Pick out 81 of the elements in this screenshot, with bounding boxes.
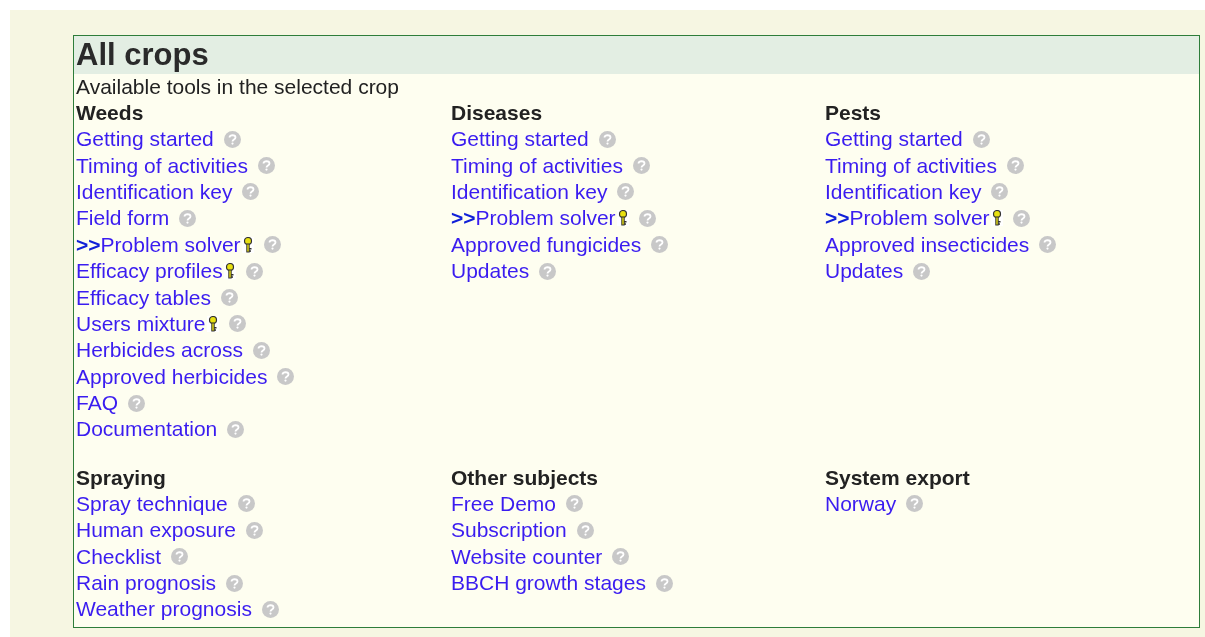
help-icon[interactable] (1012, 209, 1030, 227)
tool-link[interactable]: Free Demo (451, 491, 557, 516)
tool-link[interactable]: >>Problem solver (825, 206, 990, 231)
tool-link[interactable]: >>Problem solver (76, 232, 241, 257)
help-icon[interactable] (228, 315, 246, 333)
tool-link[interactable]: Herbicides across (76, 338, 243, 363)
help-icon[interactable] (655, 574, 673, 592)
tool-link[interactable]: Approved fungicides (451, 232, 642, 257)
help-icon[interactable] (179, 209, 197, 227)
help-icon[interactable] (227, 421, 245, 438)
help-icon[interactable] (237, 495, 255, 513)
tool-link[interactable]: Timing of activities (451, 153, 623, 178)
tool-link[interactable]: Identification key (825, 179, 982, 204)
key-icon (616, 210, 629, 227)
tool-link[interactable]: Getting started (76, 127, 214, 152)
tool-link[interactable]: FAQ (76, 391, 118, 416)
help-icon[interactable] (171, 548, 189, 566)
help-icon[interactable] (226, 574, 244, 592)
tool-link[interactable]: Identification key (76, 179, 233, 204)
tool-link[interactable]: Efficacy profiles (76, 259, 223, 284)
tool-link[interactable]: Weather prognosis (76, 597, 252, 622)
help-icon[interactable] (261, 600, 279, 618)
tool-link[interactable]: Website counter (451, 544, 603, 569)
help-icon[interactable] (576, 521, 594, 539)
help-icon[interactable] (913, 262, 931, 280)
tool-link[interactable]: Timing of activities (76, 153, 248, 178)
tool-link[interactable]: Users mixture (76, 311, 206, 336)
tool-link[interactable]: Efficacy tables (76, 285, 211, 310)
tool-link[interactable]: Norway (825, 491, 897, 516)
tool-link[interactable]: Updates (825, 259, 904, 284)
help-icon[interactable] (539, 262, 557, 280)
tool-link[interactable]: Getting started (825, 127, 963, 152)
section-heading: Other subjects (451, 464, 600, 491)
tool-link[interactable]: Checklist (76, 544, 162, 569)
subtitle: Available tools in the selected crop (76, 74, 400, 100)
section-heading: System export (825, 464, 971, 491)
tool-link[interactable]: Documentation (76, 417, 218, 442)
key-icon (990, 210, 1003, 227)
help-icon[interactable] (612, 548, 630, 566)
section-heading: Weeds (76, 100, 145, 126)
tool-link[interactable]: >>Problem solver (451, 206, 616, 231)
help-icon[interactable] (566, 495, 584, 513)
help-icon[interactable] (277, 368, 295, 386)
tool-link[interactable]: Field form (76, 206, 170, 231)
help-icon[interactable] (972, 130, 990, 148)
tool-link[interactable]: Subscription (451, 518, 567, 543)
key-icon (206, 315, 219, 332)
help-icon[interactable] (252, 341, 270, 359)
tool-link[interactable]: Spray technique (76, 491, 228, 516)
help-icon[interactable] (223, 130, 241, 148)
help-icon[interactable] (263, 236, 281, 254)
help-icon[interactable] (906, 495, 924, 513)
tool-link[interactable]: BBCH growth stages (451, 571, 646, 596)
section-heading: Pests (825, 100, 883, 126)
help-icon[interactable] (242, 183, 260, 201)
help-icon[interactable] (128, 394, 145, 412)
key-icon (223, 263, 236, 280)
page-title: All crops (76, 35, 209, 74)
help-icon[interactable] (651, 236, 669, 254)
help-icon[interactable] (991, 183, 1009, 201)
help-icon[interactable] (617, 183, 635, 201)
tool-link[interactable]: Approved insecticides (825, 232, 1030, 257)
help-icon[interactable] (1039, 236, 1057, 254)
tool-link[interactable]: Getting started (451, 127, 589, 152)
tool-link[interactable]: Rain prognosis (76, 571, 217, 596)
help-icon[interactable] (632, 157, 650, 175)
key-icon (241, 236, 254, 253)
tool-link[interactable]: Identification key (451, 179, 608, 204)
help-icon[interactable] (257, 157, 275, 175)
tool-link[interactable]: Updates (451, 259, 530, 284)
help-icon[interactable] (221, 289, 238, 307)
tool-link[interactable]: Human exposure (76, 518, 236, 543)
help-icon[interactable] (598, 130, 616, 148)
section-heading: Diseases (451, 100, 544, 126)
tool-link[interactable]: Timing of activities (825, 153, 997, 178)
help-icon[interactable] (1006, 157, 1024, 175)
help-icon[interactable] (245, 262, 263, 280)
help-icon[interactable] (245, 521, 263, 539)
tool-link[interactable]: Approved herbicides (76, 364, 268, 389)
help-icon[interactable] (638, 209, 656, 227)
section-heading: Spraying (76, 464, 167, 491)
